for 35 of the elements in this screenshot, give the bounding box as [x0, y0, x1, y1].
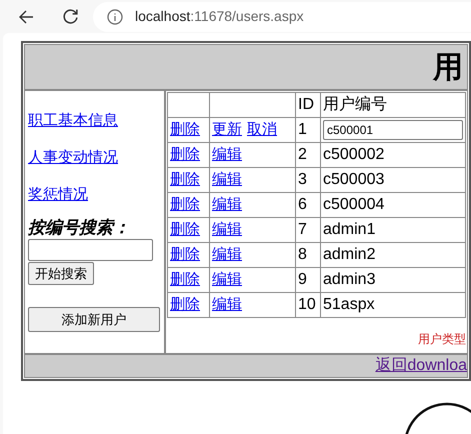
user-number-cell: c500003 [323, 171, 384, 188]
back-arrow-icon[interactable] [18, 8, 34, 24]
search-button[interactable]: 开始搜索 [28, 262, 94, 285]
add-user-button[interactable]: 添加新用户 [28, 307, 160, 332]
user-number-cell: admin3 [323, 271, 376, 288]
url-field[interactable]: localhost:11678/users.aspx [93, 2, 471, 32]
column-header: ID [296, 92, 320, 118]
row-action-link[interactable]: 取消 [247, 118, 277, 142]
search-label: 按编号搜索： [28, 218, 131, 238]
search-input[interactable] [28, 239, 153, 261]
user-number-cell: c500004 [323, 196, 384, 213]
footer-link[interactable]: 返回downloa [375, 354, 467, 378]
user-number-input[interactable]: c500001 [323, 120, 463, 140]
column-header: 用户编号 [320, 92, 466, 118]
sidebar-link[interactable]: 职工基本信息 [28, 113, 118, 129]
user-type-label: 用户类型 [418, 332, 466, 346]
id-cell: 10 [296, 292, 320, 318]
user-number-cell: admin1 [323, 221, 376, 238]
user-number-cell: c500002 [323, 146, 384, 163]
page-title: 用 [433, 50, 463, 86]
reload-icon[interactable] [62, 8, 79, 25]
id-cell: 7 [296, 218, 320, 242]
user-number-cell: admin2 [323, 246, 376, 263]
user-number-cell: 51aspx [323, 296, 375, 313]
info-icon[interactable] [107, 8, 123, 24]
id-cell: 2 [296, 142, 320, 168]
sidebar-link[interactable]: 人事变动情况 [28, 150, 118, 166]
row-action-link[interactable]: 更新 [212, 118, 242, 142]
sidebar-link[interactable]: 奖惩情况 [28, 187, 88, 203]
id-cell: 8 [296, 242, 320, 268]
circle-drawing [403, 402, 471, 434]
id-cell: 9 [296, 268, 320, 292]
id-cell: 3 [296, 168, 320, 192]
id-cell: 1 [296, 118, 320, 142]
id-cell: 6 [296, 192, 320, 218]
